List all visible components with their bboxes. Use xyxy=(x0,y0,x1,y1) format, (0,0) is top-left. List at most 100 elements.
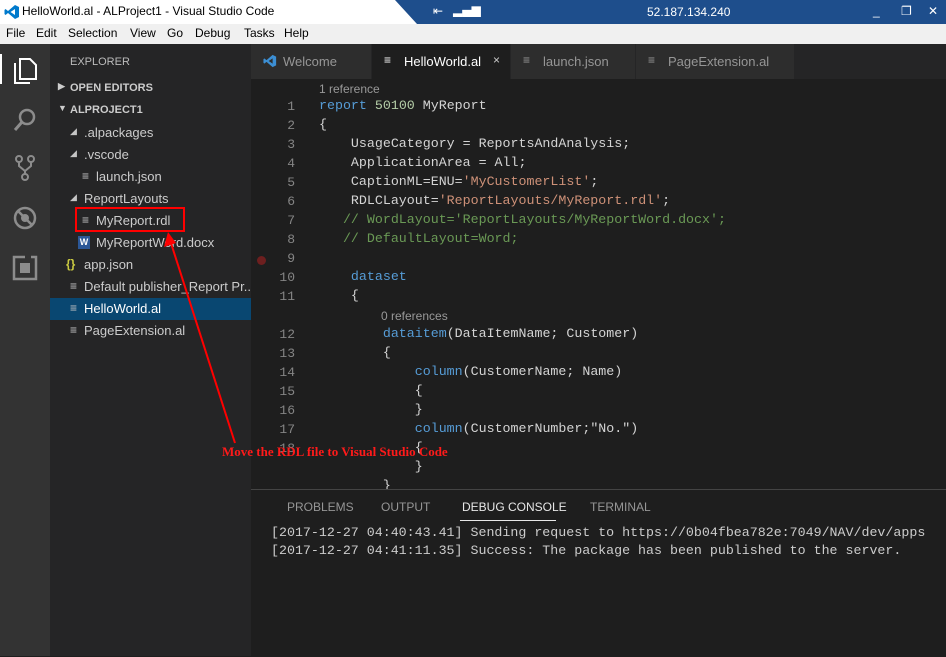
code-line: } xyxy=(319,478,391,489)
bottom-panel: PROBLEMS OUTPUT DEBUG CONSOLE TERMINAL [… xyxy=(251,489,946,657)
line-number: 12 xyxy=(279,327,295,342)
tree-item-launch-json[interactable]: ≡ launch.json xyxy=(50,166,251,188)
line-number: 3 xyxy=(287,137,295,152)
activity-active-indicator xyxy=(0,54,2,84)
console-line: [2017-12-27 04:40:43.41] Sending request… xyxy=(271,525,926,540)
tree-item-pageextension-al[interactable]: ≡ PageExtension.al xyxy=(50,320,251,342)
tree-item-app-json[interactable]: {} app.json xyxy=(50,254,251,276)
console-line: [2017-12-27 04:41:11.35] Success: The pa… xyxy=(271,543,902,558)
line-number: 4 xyxy=(287,156,295,171)
line-number: 17 xyxy=(279,422,295,437)
window-title: HelloWorld.al - ALProject1 - Visual Stud… xyxy=(22,4,275,18)
remote-ip: 52.187.134.240 xyxy=(647,5,731,19)
code-line: } xyxy=(319,459,423,474)
close-icon[interactable]: × xyxy=(493,53,500,67)
line-number: 2 xyxy=(287,118,295,133)
file-icon: ≡ xyxy=(70,279,78,293)
panel-tab-debug-console[interactable]: DEBUG CONSOLE xyxy=(462,500,567,514)
menu-file[interactable]: File xyxy=(6,26,25,40)
code-line: } xyxy=(319,402,423,417)
extensions-icon[interactable] xyxy=(11,254,39,282)
pin-icon[interactable]: ⇤ xyxy=(433,4,443,18)
code-line: column(CustomerName; Name) xyxy=(414,364,623,379)
code-line: { xyxy=(319,117,327,132)
menu-go[interactable]: Go xyxy=(167,26,183,40)
annotation-text: Move the RDL file to Visual Studio Code xyxy=(222,444,448,459)
line-number: 16 xyxy=(279,403,295,418)
menu-edit[interactable]: Edit xyxy=(36,26,57,40)
remote-desktop-bar: ⇤ ▂▄▆ 52.187.134.240 _ ❐ ✕ xyxy=(395,0,946,24)
close-button[interactable]: ✕ xyxy=(928,4,938,18)
code-line: dataitem(DataItemName; Customer) xyxy=(382,326,639,341)
code-line: column(CustomerNumber;"No.") xyxy=(414,421,639,436)
file-icon: ≡ xyxy=(384,53,392,67)
line-number: 5 xyxy=(287,175,295,190)
vscode-icon xyxy=(263,54,277,68)
open-editors-section[interactable]: ▶ OPEN EDITORS xyxy=(50,78,251,100)
tree-item-vscode[interactable]: ◢ .vscode xyxy=(50,144,251,166)
activity-bar xyxy=(0,44,50,656)
code-editor[interactable]: 1 reference 0 references 1 2 3 4 5 6 7 8… xyxy=(251,79,946,489)
menu-debug[interactable]: Debug xyxy=(195,26,230,40)
chevron-down-icon: ◢ xyxy=(70,126,77,136)
line-number: 13 xyxy=(279,346,295,361)
file-icon: ≡ xyxy=(82,169,90,183)
tab-helloworld-al[interactable]: ≡ HelloWorld.al × xyxy=(372,44,510,79)
tab-pageextension-al[interactable]: ≡ PageExtension.al xyxy=(636,44,794,79)
panel-tab-output[interactable]: OUTPUT xyxy=(381,500,430,514)
code-line: { xyxy=(319,288,359,303)
annotation-highlight-box xyxy=(75,207,185,232)
word-document-icon: W xyxy=(78,236,90,249)
code-line: UsageCategory = ReportsAndAnalysis; xyxy=(319,136,631,151)
line-number: 6 xyxy=(287,194,295,209)
code-line: { xyxy=(319,345,391,360)
panel-tab-problems[interactable]: PROBLEMS xyxy=(287,500,354,514)
source-control-icon[interactable] xyxy=(11,154,39,182)
line-number: 7 xyxy=(287,213,295,228)
editor-tabs: Welcome ≡ HelloWorld.al × ≡ launch.json … xyxy=(251,44,946,79)
file-icon: ≡ xyxy=(648,53,656,67)
line-number: 11 xyxy=(279,289,295,304)
tree-item-helloworld-al[interactable]: ≡ HelloWorld.al xyxy=(50,298,251,320)
json-icon: {} xyxy=(66,257,76,271)
menu-view[interactable]: View xyxy=(130,26,156,40)
menu-help[interactable]: Help xyxy=(284,26,309,40)
explorer-sidebar: EXPLORER ▶ OPEN EDITORS ▼ ALPROJECT1 ◢ .… xyxy=(50,44,251,656)
file-icon: ≡ xyxy=(70,323,78,337)
active-tab-underline xyxy=(460,520,556,521)
title-bar: HelloWorld.al - ALProject1 - Visual Stud… xyxy=(0,0,946,24)
tab-launch-json[interactable]: ≡ launch.json xyxy=(511,44,635,79)
project-section[interactable]: ▼ ALPROJECT1 xyxy=(50,100,251,122)
search-icon[interactable] xyxy=(11,106,39,134)
debug-icon[interactable] xyxy=(11,204,39,232)
tree-item-default-publisher[interactable]: ≡ Default publisher_Report Pr... xyxy=(50,276,251,298)
line-number: 10 xyxy=(279,270,295,285)
menu-tasks[interactable]: Tasks xyxy=(244,26,275,40)
tab-welcome[interactable]: Welcome xyxy=(251,44,371,79)
line-number: 15 xyxy=(279,384,295,399)
chevron-right-icon: ▶ xyxy=(58,81,65,91)
codelens-references[interactable]: 0 references xyxy=(381,309,448,323)
files-icon[interactable] xyxy=(11,56,39,84)
chevron-down-icon: ▼ xyxy=(58,103,67,113)
line-number: 1 xyxy=(287,99,295,114)
codelens-references[interactable]: 1 reference xyxy=(319,82,380,96)
code-line: // DefaultLayout=Word; xyxy=(319,231,519,246)
signal-icon: ▂▄▆ xyxy=(453,3,481,17)
tree-item-alpackages[interactable]: ◢ .alpackages xyxy=(50,122,251,144)
menu-bar: File Edit Selection View Go Debug Tasks … xyxy=(0,24,946,44)
panel-tab-terminal[interactable]: TERMINAL xyxy=(590,500,651,514)
restore-button[interactable]: ❐ xyxy=(901,4,912,18)
line-number: 9 xyxy=(287,251,295,266)
tree-item-myreportword-docx[interactable]: W MyReportWord.docx xyxy=(50,232,251,254)
code-line: dataset xyxy=(350,269,407,284)
chevron-down-icon: ◢ xyxy=(70,148,77,158)
line-number: 8 xyxy=(287,232,295,247)
menu-selection[interactable]: Selection xyxy=(68,26,117,40)
line-number: 14 xyxy=(279,365,295,380)
code-line: { xyxy=(319,383,423,398)
minimize-button[interactable]: _ xyxy=(873,4,880,18)
file-icon: ≡ xyxy=(70,301,78,315)
code-line: report 50100 MyReport xyxy=(319,98,487,113)
code-line: CaptionML=ENU='MyCustomerList'; xyxy=(319,174,599,189)
